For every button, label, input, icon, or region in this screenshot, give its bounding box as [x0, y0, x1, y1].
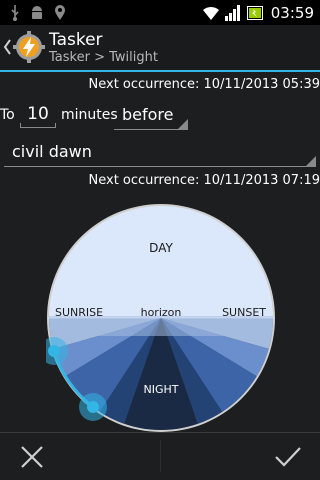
next-occurrence-label: Next occurrence: 10/11/2013 05:39 [88, 77, 320, 92]
confirm-button[interactable] [161, 433, 320, 480]
cancel-button[interactable] [0, 433, 159, 480]
spinner-arrow-icon [178, 119, 188, 129]
action-bar-divider [0, 70, 320, 72]
to-label: To [0, 107, 15, 123]
android-debug-icon [32, 5, 42, 19]
direction-value: before [122, 105, 174, 124]
notification-icons [10, 4, 66, 21]
direction-spinner[interactable]: before [114, 100, 188, 130]
signal-icon [224, 4, 240, 21]
twilight-type-value: civil dawn [12, 142, 92, 161]
minutes-input[interactable]: 10 [20, 100, 56, 128]
night-label: NIGHT [144, 383, 179, 396]
minutes-label: minutes [61, 107, 118, 123]
status-bar: 03:59 [0, 0, 320, 25]
spinner-arrow-icon [306, 156, 316, 166]
horizon-label: horizon [141, 306, 182, 319]
horizon-band [49, 316, 273, 336]
system-icons: 03:59 [202, 3, 314, 22]
action-bar: Tasker Tasker > Twilight [0, 25, 320, 71]
offset-row: To 10 minutes before [0, 100, 320, 132]
location-icon [55, 5, 65, 20]
wifi-icon [202, 6, 219, 20]
sunrise-label: SUNRISE [55, 306, 103, 319]
app-title: Tasker [49, 30, 103, 50]
twilight-type-spinner[interactable]: civil dawn [4, 139, 316, 167]
battery-icon [246, 5, 263, 20]
usb-icon [11, 4, 19, 21]
sunset-label: SUNSET [222, 306, 266, 319]
bottom-action-bar [0, 432, 320, 480]
day-label: DAY [149, 241, 173, 255]
next-occurrence-label-2: Next occurrence: 10/11/2013 07:19 [88, 173, 320, 188]
close-icon [21, 446, 43, 468]
minutes-value: 10 [27, 104, 49, 124]
clock: 03:59 [270, 3, 314, 22]
checkmark-icon [275, 447, 301, 467]
sun-position-dial[interactable]: DAY SUNRISE horizon SUNSET NIGHT [46, 203, 276, 433]
tasker-app-icon[interactable] [13, 31, 45, 63]
breadcrumb: Tasker > Twilight [49, 50, 158, 65]
up-caret-icon[interactable] [2, 37, 12, 57]
day-region [49, 206, 273, 318]
